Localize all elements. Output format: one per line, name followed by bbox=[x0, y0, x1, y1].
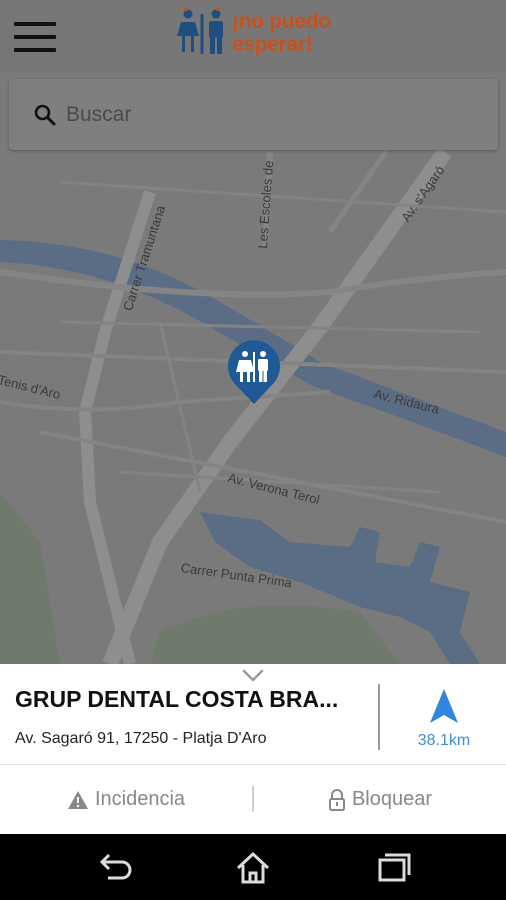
logo-text: ¡no puedo esperar! bbox=[232, 10, 331, 56]
logo-text-line2: esperar! bbox=[232, 33, 313, 56]
restroom-logo-icon bbox=[177, 7, 223, 54]
bloquear-button[interactable]: Bloquear bbox=[254, 765, 506, 834]
bloquear-label: Bloquear bbox=[351, 788, 433, 810]
app-logo: ¡no puedo esperar! bbox=[176, 6, 346, 62]
navigation-arrow-icon bbox=[430, 689, 458, 723]
back-icon[interactable] bbox=[94, 848, 134, 888]
system-nav-bar bbox=[0, 834, 506, 900]
map-pin[interactable] bbox=[225, 338, 283, 406]
search-icon bbox=[34, 104, 56, 126]
hamburger-line bbox=[14, 22, 56, 26]
home-icon[interactable] bbox=[233, 848, 273, 888]
place-name[interactable]: GRUP DENTAL COSTA BRA... bbox=[15, 686, 370, 713]
app-bar: ¡no puedo esperar! bbox=[0, 0, 506, 72]
menu-button[interactable] bbox=[14, 22, 56, 52]
incidencia-label: Incidencia bbox=[94, 788, 186, 810]
lock-icon bbox=[328, 788, 345, 811]
place-sheet: GRUP DENTAL COSTA BRA... Av. Sagaró 91, … bbox=[0, 664, 506, 834]
hamburger-line bbox=[14, 48, 56, 52]
toilet-icon bbox=[228, 340, 280, 404]
navigate-button[interactable]: 38.1km bbox=[382, 678, 506, 762]
place-address: Av. Sagaró 91, 17250 - Platja D'Aro bbox=[15, 730, 267, 747]
warning-icon bbox=[67, 790, 88, 809]
divider bbox=[378, 684, 380, 750]
recents-icon[interactable] bbox=[374, 848, 414, 888]
hamburger-line bbox=[14, 35, 56, 39]
incidencia-button[interactable]: Incidencia bbox=[0, 765, 252, 834]
search-bar[interactable] bbox=[9, 79, 498, 150]
distance-label: 38.1km bbox=[417, 732, 471, 749]
logo-text-line1: ¡no puedo bbox=[232, 10, 331, 33]
search-input[interactable] bbox=[66, 101, 466, 129]
chevron-down-icon[interactable] bbox=[241, 666, 265, 684]
